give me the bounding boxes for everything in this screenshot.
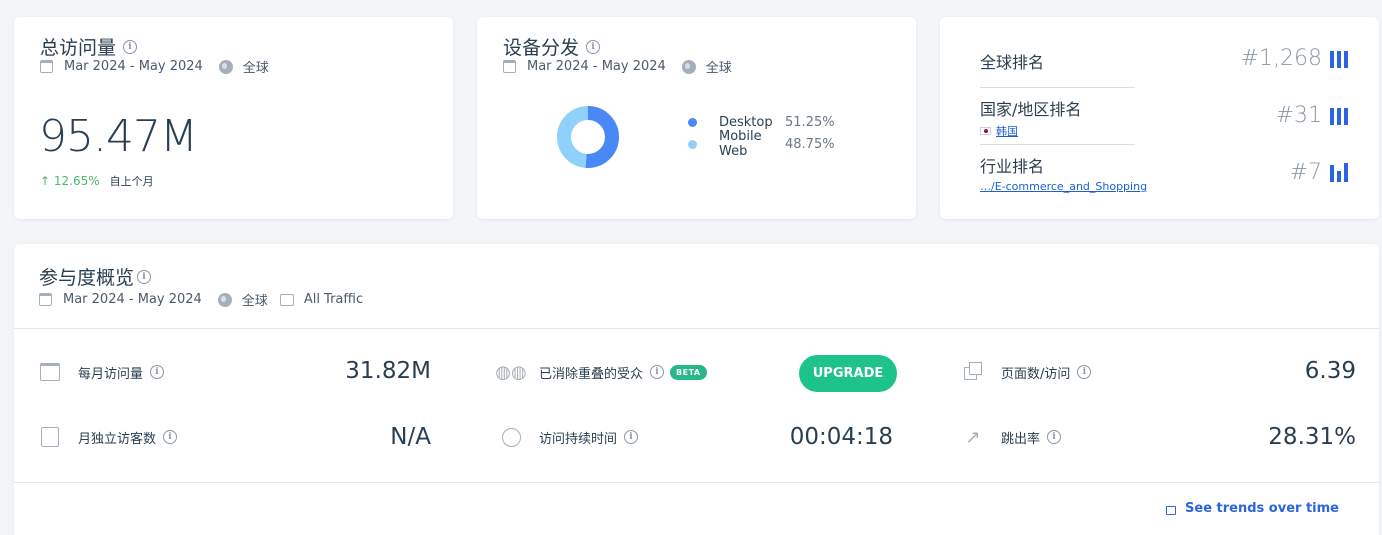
country-rank-label: 国家/地区排名 [980, 100, 1082, 119]
info-icon[interactable]: i [586, 39, 601, 54]
visit-duration-value: 00:04:18 [789, 424, 893, 450]
global-rank: 全球排名 [980, 49, 1044, 73]
device-meta: Mar 2024 - May 2024 全球 [503, 57, 732, 76]
globe-icon [218, 59, 233, 74]
rank-bars-icon [1330, 106, 1351, 125]
rank-bars-icon [1330, 163, 1351, 182]
visits-change: ↑ 12.65% 自上个月 [40, 173, 154, 189]
lock-icon [1166, 506, 1177, 515]
visit-duration-metric: 访问持续时间 i [500, 426, 639, 448]
visitor-id-icon [39, 426, 61, 448]
info-icon[interactable]: i [650, 365, 665, 379]
country-rank-value: #31 [1276, 103, 1351, 128]
upgrade-button[interactable]: UPGRADE [799, 355, 897, 392]
total-visits-card: 总访问量 i Mar 2024 - May 2024 全球 95.47M ↑ 1… [14, 17, 453, 219]
monthly-visits-value: 31.82M [345, 358, 431, 384]
pages-per-visit-value: 6.39 [1304, 358, 1356, 384]
korea-flag-icon [980, 127, 991, 135]
info-icon[interactable]: i [1077, 365, 1092, 379]
global-rank-value: #1,268 [1241, 46, 1351, 71]
calendar-icon [503, 60, 516, 73]
legend-dot [688, 117, 697, 127]
engagement-meta: Mar 2024 - May 2024 全球 All Traffic [39, 290, 363, 309]
unique-visitors-metric: 月独立访客数 i [39, 426, 178, 448]
legend-dot [688, 139, 697, 149]
info-icon[interactable]: i [163, 430, 178, 444]
users-icon: ◍◍ [495, 361, 527, 383]
calendar-icon [39, 293, 52, 306]
rank-divider [980, 87, 1135, 88]
bounce-arrow-icon: ↗ [965, 426, 981, 448]
legend-item-mobile-web: Mobile Web 48.75% [688, 129, 835, 159]
info-icon[interactable]: i [1047, 430, 1062, 444]
total-visits-value: 95.47M [39, 111, 198, 162]
calendar-icon [40, 60, 53, 73]
total-visits-title: 总访问量 i [40, 33, 138, 60]
region: 全球 [705, 61, 732, 76]
global-rank-label: 全球排名 [980, 53, 1045, 72]
device-donut-chart [557, 106, 619, 168]
stopwatch-icon [500, 426, 522, 448]
pages-per-visit-metric: 页面数/访问 i [962, 361, 1092, 383]
info-icon[interactable]: i [137, 269, 152, 284]
change-value: ↑ 12.65% [40, 174, 100, 188]
industry-rank-label: 行业排名 [980, 157, 1045, 176]
dedup-audience-metric: ◍◍ 已消除重叠的受众 i BETA [495, 361, 707, 383]
globe-icon [217, 292, 232, 307]
traffic-type: All Traffic [303, 292, 364, 307]
calendar-icon [39, 361, 61, 383]
rank-bars-icon [1330, 49, 1351, 68]
bounce-rate-value: 28.31% [1268, 424, 1356, 450]
engagement-divider-top [14, 328, 1379, 329]
total-visits-meta: Mar 2024 - May 2024 全球 [40, 57, 269, 76]
legend-name: Mobile Web [719, 129, 762, 159]
engagement-card: 参与度概览 i Mar 2024 - May 2024 全球 All Traff… [14, 244, 1379, 535]
unique-visitors-value: N/A [390, 424, 431, 450]
industry-link[interactable]: …/E-commerce_and_Shopping [980, 180, 1147, 193]
legend-pct: 51.25% [785, 114, 835, 130]
legend-name: Desktop [719, 114, 773, 130]
ranking-card: 全球排名 #1,268 国家/地区排名 韩国 #31 行业排名 …/E-comm… [940, 17, 1379, 219]
monthly-visits-metric: 每月访问量 i [39, 361, 165, 383]
device-legend: Desktop 51.25% Mobile Web 48.75% [688, 111, 835, 159]
info-icon[interactable]: i [624, 430, 639, 444]
globe-icon [681, 59, 696, 74]
traffic-icon [279, 293, 294, 306]
rank-divider [980, 144, 1135, 145]
industry-rank: 行业排名 …/E-commerce_and_Shopping [980, 153, 1147, 193]
date-range: Mar 2024 - May 2024 [527, 59, 666, 74]
pages-icon [962, 361, 984, 383]
country-rank: 国家/地区排名 韩国 [980, 96, 1081, 139]
see-trends-link[interactable]: See trends over time [1166, 501, 1339, 516]
bounce-rate-metric: ↗ 跳出率 i [962, 426, 1062, 448]
region: 全球 [241, 294, 268, 309]
date-range: Mar 2024 - May 2024 [64, 59, 203, 74]
device-card: 设备分发 i Mar 2024 - May 2024 全球 Desktop 51… [477, 17, 916, 219]
region: 全球 [242, 61, 269, 76]
beta-badge: BETA [670, 364, 707, 380]
date-range: Mar 2024 - May 2024 [63, 292, 202, 307]
change-label: 自上个月 [109, 175, 154, 188]
info-icon[interactable]: i [150, 365, 165, 379]
device-title: 设备分发 i [503, 33, 601, 60]
legend-pct: 48.75% [785, 136, 835, 152]
engagement-title: 参与度概览 i [39, 263, 152, 290]
industry-rank-value: #7 [1290, 160, 1351, 185]
country-link[interactable]: 韩国 [980, 123, 1081, 139]
info-icon[interactable]: i [123, 39, 138, 54]
engagement-divider-bottom [14, 482, 1379, 483]
